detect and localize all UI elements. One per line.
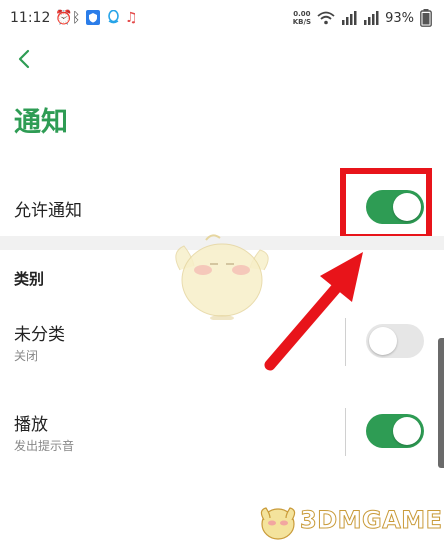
site-watermark: 3DMGAME: [258, 498, 443, 542]
mascot-watermark-icon: [175, 234, 269, 320]
scroll-edge: [438, 338, 444, 468]
watermark-text: 3DMGAME: [300, 506, 443, 535]
watermark-mascot-icon: [260, 507, 296, 540]
